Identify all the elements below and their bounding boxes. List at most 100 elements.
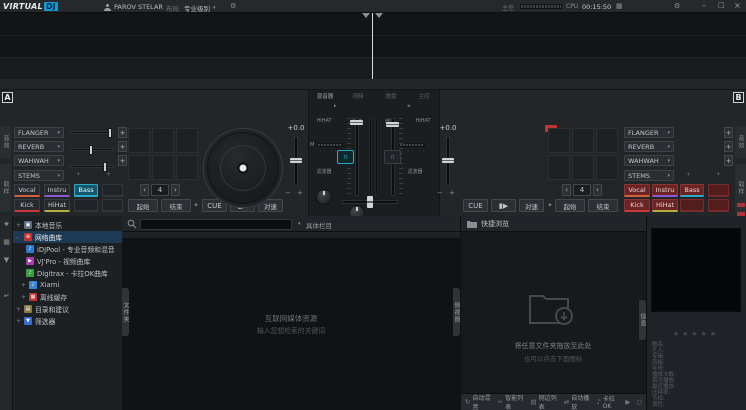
deck-a-pad[interactable]	[152, 128, 174, 153]
deck-a-effect-1-select[interactable]: FLANGER▾	[14, 127, 64, 138]
deck-a-pitch-handle[interactable]	[290, 158, 302, 163]
deck-a-pad[interactable]	[128, 155, 150, 180]
headphone-cue-a-button[interactable]: ∩	[337, 150, 354, 164]
mixer-tab-mixer[interactable]: 混音器	[310, 92, 340, 100]
deck-a-pad[interactable]	[128, 128, 150, 153]
deck-b-cue-button[interactable]: CUE	[463, 199, 488, 212]
deck-b-loop-out-button[interactable]: 结束	[588, 199, 618, 212]
deck-a-effect-3-select[interactable]: WAHWAH▾	[14, 155, 64, 166]
deck-a-jogwheel[interactable]	[203, 128, 283, 208]
sidebar-item-local-music[interactable]: +▣本地音乐	[13, 219, 125, 231]
deck-a-loop-size[interactable]: 4	[151, 184, 169, 196]
deck-a-stem-bass[interactable]: Bass	[74, 184, 98, 197]
deck-a-effect-1-slider[interactable]	[70, 131, 114, 134]
back-arrow-icon[interactable]: ↵	[0, 292, 13, 300]
automix-button[interactable]: ↻自动混音	[463, 392, 494, 410]
deck-b-stem-bass[interactable]: Bass	[680, 184, 704, 197]
deck-b-pad[interactable]	[572, 155, 594, 180]
deck-a-pitch-minus[interactable]: −	[285, 189, 291, 197]
deck-a-pad[interactable]	[152, 155, 174, 180]
deck-b-stem-hihat[interactable]: HiHat	[652, 199, 678, 212]
sidebar-item-online-library[interactable]: -⊕网络曲库	[13, 231, 125, 243]
settings-gear-icon[interactable]: ⚙	[230, 2, 236, 10]
deck-a-stem-empty[interactable]	[102, 199, 123, 212]
stems-plus-icon[interactable]: +	[76, 171, 81, 178]
mixer-volume-handle-b[interactable]	[386, 122, 399, 127]
columns-button[interactable]: 具体栏目	[306, 220, 332, 230]
deck-b-effects-tab[interactable]: 音效	[735, 126, 746, 158]
sidebar-item-folders-suggestions[interactable]: +▤目录和建议	[13, 303, 125, 315]
smartlist-button[interactable]: ✂智能列表	[496, 392, 527, 410]
folders-panel-handle[interactable]: 文件夹	[122, 288, 129, 336]
deck-b-effect-1-add-button[interactable]: +	[724, 127, 733, 138]
mixer-volume-fader-a[interactable]	[355, 118, 359, 196]
deck-b-effect-3-select[interactable]: WAHWAH▾	[624, 155, 674, 166]
filter-funnel-icon[interactable]: ▼	[0, 256, 13, 264]
maximize-button[interactable]: □	[718, 1, 725, 9]
sidebar-item-vjpro[interactable]: ▶VJ'Pro - 视频曲库	[13, 255, 135, 267]
slider-handle[interactable]	[108, 128, 112, 138]
play-list-button[interactable]: ▶	[623, 397, 632, 407]
deck-a-stem-hihat[interactable]: HiHat	[44, 199, 70, 212]
sidebar-item-xiami[interactable]: +♪Xiami	[13, 279, 130, 291]
expand-toggle[interactable]: -	[16, 234, 21, 241]
mixer-stem-knob-a[interactable]	[316, 189, 332, 205]
mixer-tab-video[interactable]: 视频	[343, 92, 373, 100]
expand-toggle[interactable]: +	[21, 294, 26, 301]
deck-a-loop-half-button[interactable]: ‹	[140, 184, 149, 196]
deck-a-stem-instru[interactable]: Instru	[44, 184, 70, 197]
user-menu[interactable]: PAROV STELAR	[104, 3, 163, 11]
karaoke-button[interactable]: ♪卡拉OK	[595, 393, 622, 410]
deck-b-sync-button[interactable]: 对速	[519, 199, 544, 212]
search-input[interactable]	[140, 219, 292, 230]
mixer-tab-master[interactable]: 主控	[409, 92, 439, 100]
deck-b-loop-half-button[interactable]: ‹	[562, 184, 571, 196]
expand-toggle[interactable]: +	[16, 306, 21, 313]
deck-a-loop-in-button[interactable]: 起始	[128, 199, 158, 212]
deck-a-stem-vocal[interactable]: Vocal	[14, 184, 40, 197]
expand-toggle[interactable]: +	[16, 222, 21, 229]
sidebar-item-idjpool[interactable]: ♪iDJPool - 专业音频和混音	[13, 243, 135, 255]
rating-stars[interactable]: ★★★★★	[651, 330, 741, 338]
stems-plus-icon[interactable]: +	[106, 171, 111, 178]
sideview-panel-handle[interactable]: 侧视图	[453, 288, 460, 336]
mixer-volume-handle-a[interactable]	[350, 120, 363, 125]
sidebar-item-offline-cache[interactable]: +▦离线缓存	[13, 291, 130, 303]
autoplay-button[interactable]: ⇄自动播放	[562, 392, 593, 410]
sidelist-button[interactable]: ▤侧边列表	[528, 392, 559, 410]
deck-b-stems-select[interactable]: STEMS▾	[624, 170, 674, 181]
deck-a-effect-2-select[interactable]: REVERB▾	[14, 141, 64, 152]
deck-b-stem-empty[interactable]	[708, 184, 729, 197]
deck-b-stem-instru[interactable]: Instru	[652, 184, 678, 197]
deck-a-effect-3-slider[interactable]	[70, 165, 114, 168]
deck-a-effect-3-add-button[interactable]: +	[118, 155, 127, 166]
deck-a-loop-out-button[interactable]: 结束	[161, 199, 191, 212]
deck-a-sampler-tab[interactable]: 取样	[0, 164, 11, 212]
waveform-overview[interactable]	[0, 57, 746, 79]
deck-b-loop-double-button[interactable]: ›	[593, 184, 602, 196]
headphone-cue-b-button[interactable]: ∩	[384, 150, 401, 164]
deck-b-pad[interactable]	[572, 128, 594, 153]
sidebar-item-filters[interactable]: +▼筛选器	[13, 315, 125, 327]
deck-a-loop-double-button[interactable]: ›	[171, 184, 180, 196]
slider-handle[interactable]	[89, 145, 93, 155]
deck-a-stem-empty[interactable]	[74, 199, 98, 212]
record-grid-icon[interactable]: ▦	[616, 2, 623, 10]
deck-b-play-button[interactable]: ▮▶	[491, 199, 516, 212]
deck-b-loop-size[interactable]: 4	[573, 184, 591, 196]
stems-plus-icon[interactable]: +	[716, 171, 721, 178]
deck-a-pitch-plus[interactable]: +	[297, 189, 303, 197]
deck-a-stem-empty[interactable]	[102, 184, 123, 197]
mixer-tab-scratch[interactable]: 搓盘	[376, 92, 406, 100]
stem-arrow-left-icon[interactable]: ◂	[407, 103, 410, 109]
history-icon[interactable]: ▦	[0, 238, 13, 246]
chevron-down-icon[interactable]: ▾	[298, 221, 301, 227]
stems-plus-icon[interactable]: +	[686, 171, 691, 178]
deck-b-pitch-handle[interactable]	[442, 158, 454, 163]
deck-a-stem-kick[interactable]: Kick	[14, 199, 40, 212]
layout-select[interactable]: 专业级别 ▾	[184, 3, 216, 13]
deck-b-effect-2-select[interactable]: REVERB▾	[624, 141, 674, 152]
deck-a-effect-2-slider[interactable]	[70, 148, 114, 151]
deck-a-effect-1-add-button[interactable]: +	[118, 127, 127, 138]
info-panel-handle[interactable]: 信息	[639, 300, 646, 340]
